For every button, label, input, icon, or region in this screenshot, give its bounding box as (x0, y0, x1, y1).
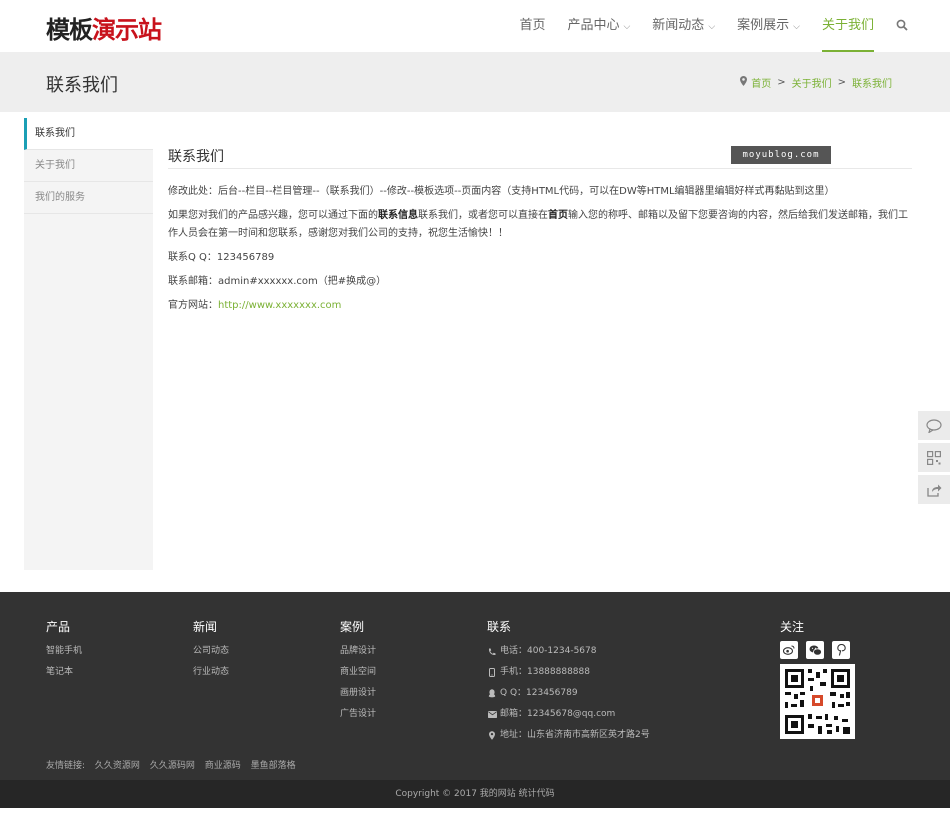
friend-link[interactable]: 久久源码网 (150, 761, 195, 771)
qq-icon (487, 689, 497, 698)
footer-col-cases: 案例 品牌设计 商业空间 画册设计 广告设计 (340, 618, 376, 725)
content-paragraph-2: 如果您对我们的产品感兴趣，您可以通过下面的联系信息联系我们，或者您可以直接在首页… (168, 207, 912, 243)
sidebar: 联系我们 关于我们 我们的服务 (24, 118, 153, 570)
website-link[interactable]: http://www.xxxxxxx.com (218, 300, 341, 311)
footer-qq-text: Q Q：123456789 (500, 688, 578, 698)
main-nav: 首页 产品中心 ⌵ 新闻动态 ⌵ 案例展示 ⌵ 关于我们 (497, 0, 910, 52)
envelope-icon (487, 711, 497, 718)
friend-link[interactable]: 久久资源网 (95, 761, 140, 771)
nav-news[interactable]: 新闻动态 ⌵ (652, 0, 715, 52)
breadcrumb-home[interactable]: 首页 (751, 75, 771, 90)
chevron-down-icon: ⌵ (708, 22, 716, 32)
footer-mobile: 手机：13888888888 (487, 662, 650, 683)
footer-col-follow: 关注 (780, 618, 858, 739)
location-pin-icon (487, 731, 497, 740)
friend-link[interactable]: 墨鱼部落格 (251, 761, 296, 771)
breadcrumb-current[interactable]: 联系我们 (852, 75, 892, 90)
footer-link[interactable]: 画册设计 (340, 683, 376, 704)
para2-bold-home: 首页 (548, 210, 568, 221)
footer-phone-text: 电话：400-1234-5678 (500, 646, 597, 656)
footer-email: 邮箱：12345678@qq.com (487, 704, 650, 725)
footer-link[interactable]: 商业空间 (340, 662, 376, 683)
para2-bold-contact: 联系信息 (378, 210, 418, 221)
breadcrumb: 首页 > 关于我们 > 联系我们 (740, 75, 892, 90)
content-paragraph-1: 修改此处：后台--栏目--栏目管理--（联系我们）--修改--模板选项--页面内… (168, 186, 835, 197)
footer-address: 地址：山东省济南市高新区英才路2号 (487, 725, 650, 746)
friend-links: 友情链接: 久久资源网 久久源码网 商业源码 墨鱼部落格 (46, 758, 303, 771)
watermark: moyublog.com (731, 146, 831, 164)
website-label: 官方网站： (168, 300, 218, 311)
site-header: 模板演示站 首页 产品中心 ⌵ 新闻动态 ⌵ 案例展示 ⌵ 关于我们 (0, 0, 950, 52)
nav-cases-label: 案例展示 (737, 18, 790, 33)
logo-text-2: 演示站 (92, 15, 162, 44)
copyright-bar: Copyright © 2017 我的网站 统计代码 (0, 780, 950, 808)
footer-col-contact: 联系 电话：400-1234-5678 手机：13888888888 Q Q：1… (487, 618, 650, 746)
footer-email-text: 邮箱：12345678@qq.com (500, 709, 616, 719)
comment-icon[interactable] (918, 411, 950, 440)
sidebar-item-services[interactable]: 我们的服务 (24, 182, 153, 214)
footer-title-follow: 关注 (780, 620, 805, 634)
sidebar-item-about[interactable]: 关于我们 (24, 150, 153, 182)
footer-col-products: 产品 智能手机 笔记本 (46, 618, 82, 683)
page-banner: 联系我们 首页 > 关于我们 > 联系我们 (0, 52, 950, 112)
footer-col-news: 新闻 公司动态 行业动态 (193, 618, 229, 683)
nav-home-label: 首页 (519, 18, 546, 33)
nav-about[interactable]: 关于我们 (821, 0, 874, 52)
footer-link[interactable]: 广告设计 (340, 704, 376, 725)
footer-link[interactable]: 智能手机 (46, 641, 82, 662)
share-icon[interactable] (918, 475, 950, 504)
search-icon[interactable] (896, 19, 910, 33)
footer-link[interactable]: 行业动态 (193, 662, 229, 683)
nav-news-label: 新闻动态 (652, 18, 705, 33)
wechat-icon[interactable] (806, 641, 824, 659)
para2-text-c: 联系我们，或者您可以直接在 (418, 210, 548, 221)
footer-title-cases: 案例 (340, 620, 365, 634)
nav-products[interactable]: 产品中心 ⌵ (567, 0, 630, 52)
weibo-icon[interactable] (780, 641, 798, 659)
nav-home[interactable]: 首页 (519, 0, 545, 52)
pinterest-icon[interactable] (832, 641, 850, 659)
chevron-down-icon: ⌵ (623, 22, 631, 32)
page-title: 联系我们 (46, 75, 118, 96)
mobile-icon (487, 668, 497, 677)
footer-title-news: 新闻 (193, 620, 218, 634)
qrcode-image (780, 664, 855, 739)
nav-cases[interactable]: 案例展示 ⌵ (737, 0, 800, 52)
sidebar-item-contact[interactable]: 联系我们 (24, 118, 153, 150)
para2-text-a: 如果您对我们的产品感兴趣，您可以通过下面的 (168, 210, 378, 221)
footer-link[interactable]: 笔记本 (46, 662, 82, 683)
footer-title-contact: 联系 (487, 620, 512, 634)
site-footer: 产品 智能手机 笔记本 新闻 公司动态 行业动态 案例 品牌设计 商业空间 画册… (0, 592, 950, 780)
contact-qq: 联系Q Q：123456789 (168, 252, 275, 263)
nav-about-label: 关于我们 (821, 18, 874, 33)
qrcode-icon[interactable] (918, 443, 950, 472)
footer-title-products: 产品 (46, 620, 71, 634)
floating-toolbar (918, 411, 950, 507)
main-content: 联系我们 moyublog.com 修改此处：后台--栏目--栏目管理--（联系… (168, 140, 912, 315)
contact-email: 联系邮箱：admin#xxxxxx.com（把#换成@） (168, 276, 387, 287)
footer-phone: 电话：400-1234-5678 (487, 641, 650, 662)
phone-icon (487, 648, 497, 656)
footer-link[interactable]: 品牌设计 (340, 641, 376, 662)
social-icons (780, 641, 858, 659)
logo-text-1: 模板 (46, 15, 93, 44)
footer-address-text: 地址：山东省济南市高新区英才路2号 (500, 730, 650, 740)
nav-products-label: 产品中心 (567, 18, 620, 33)
friend-link[interactable]: 商业源码 (205, 761, 241, 771)
site-logo[interactable]: 模板演示站 (46, 10, 162, 45)
footer-mobile-text: 手机：13888888888 (500, 667, 590, 677)
friend-links-label: 友情链接: (46, 761, 86, 771)
contact-website: 官方网站：http://www.xxxxxxx.com (168, 297, 912, 315)
footer-link[interactable]: 公司动态 (193, 641, 229, 662)
location-pin-icon (740, 76, 748, 89)
footer-qq: Q Q：123456789 (487, 683, 650, 704)
breadcrumb-about[interactable]: 关于我们 (792, 75, 832, 90)
breadcrumb-separator: > (837, 77, 846, 88)
breadcrumb-separator: > (777, 77, 786, 88)
chevron-down-icon: ⌵ (793, 22, 800, 32)
